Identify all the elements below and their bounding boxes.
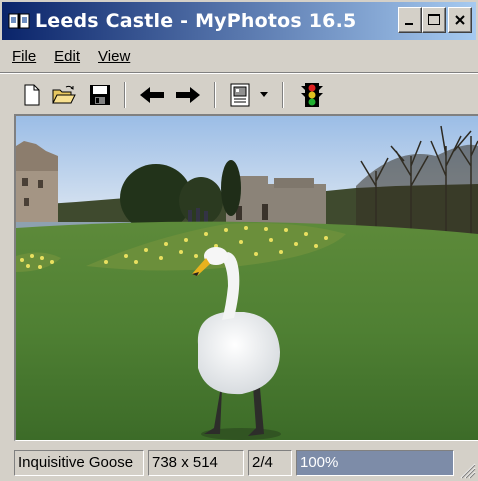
forward-arrow-icon bbox=[176, 87, 200, 103]
main-window: Leeds Castle - MyPhotos 16.5 File Edit V… bbox=[0, 0, 478, 481]
slideshow-icon bbox=[230, 83, 250, 107]
forward-button[interactable] bbox=[174, 80, 202, 110]
open-button[interactable] bbox=[50, 80, 78, 110]
position-pane: 2/4 bbox=[248, 450, 292, 476]
toolbar bbox=[0, 76, 478, 114]
toolbar-separator bbox=[282, 82, 284, 108]
menu-file[interactable]: File bbox=[0, 48, 45, 65]
status-bar: Inquisitive Goose 738 x 514 2/4 100% bbox=[0, 446, 478, 481]
status-lights-button[interactable] bbox=[298, 80, 326, 110]
toolbar-separator bbox=[124, 82, 126, 108]
title-bar[interactable]: Leeds Castle - MyPhotos 16.5 bbox=[2, 2, 476, 40]
toolbar-separator bbox=[214, 82, 216, 108]
slideshow-button[interactable] bbox=[226, 80, 254, 110]
menu-view[interactable]: View bbox=[89, 48, 139, 65]
minimize-button[interactable] bbox=[398, 7, 422, 33]
traffic-light-icon bbox=[301, 83, 323, 107]
dimensions-pane: 738 x 514 bbox=[148, 450, 244, 476]
photo-book-icon[interactable] bbox=[8, 10, 30, 32]
save-button[interactable] bbox=[86, 80, 114, 110]
open-folder-icon bbox=[52, 85, 76, 104]
maximize-icon bbox=[428, 14, 440, 25]
save-disk-icon bbox=[90, 85, 110, 105]
close-icon bbox=[455, 15, 465, 25]
dropdown-arrow-icon bbox=[260, 92, 268, 97]
new-button[interactable] bbox=[18, 80, 46, 110]
back-arrow-icon bbox=[140, 87, 164, 103]
zoom-pane: 100% bbox=[296, 450, 454, 476]
swan-on-lawn-photo bbox=[16, 116, 478, 440]
resize-grip-icon[interactable] bbox=[458, 461, 476, 479]
window-title: Leeds Castle - MyPhotos 16.5 bbox=[35, 10, 357, 32]
menu-edit[interactable]: Edit bbox=[45, 48, 89, 65]
new-document-icon bbox=[24, 84, 40, 106]
menu-bar: File Edit View bbox=[0, 42, 478, 70]
close-button[interactable] bbox=[448, 7, 472, 33]
caption-pane: Inquisitive Goose bbox=[14, 450, 144, 476]
photo-view[interactable] bbox=[14, 114, 478, 441]
maximize-button[interactable] bbox=[422, 7, 446, 33]
menu-divider bbox=[0, 72, 478, 74]
minimize-icon bbox=[405, 23, 413, 25]
slideshow-dropdown[interactable] bbox=[256, 80, 272, 110]
back-button[interactable] bbox=[138, 80, 166, 110]
